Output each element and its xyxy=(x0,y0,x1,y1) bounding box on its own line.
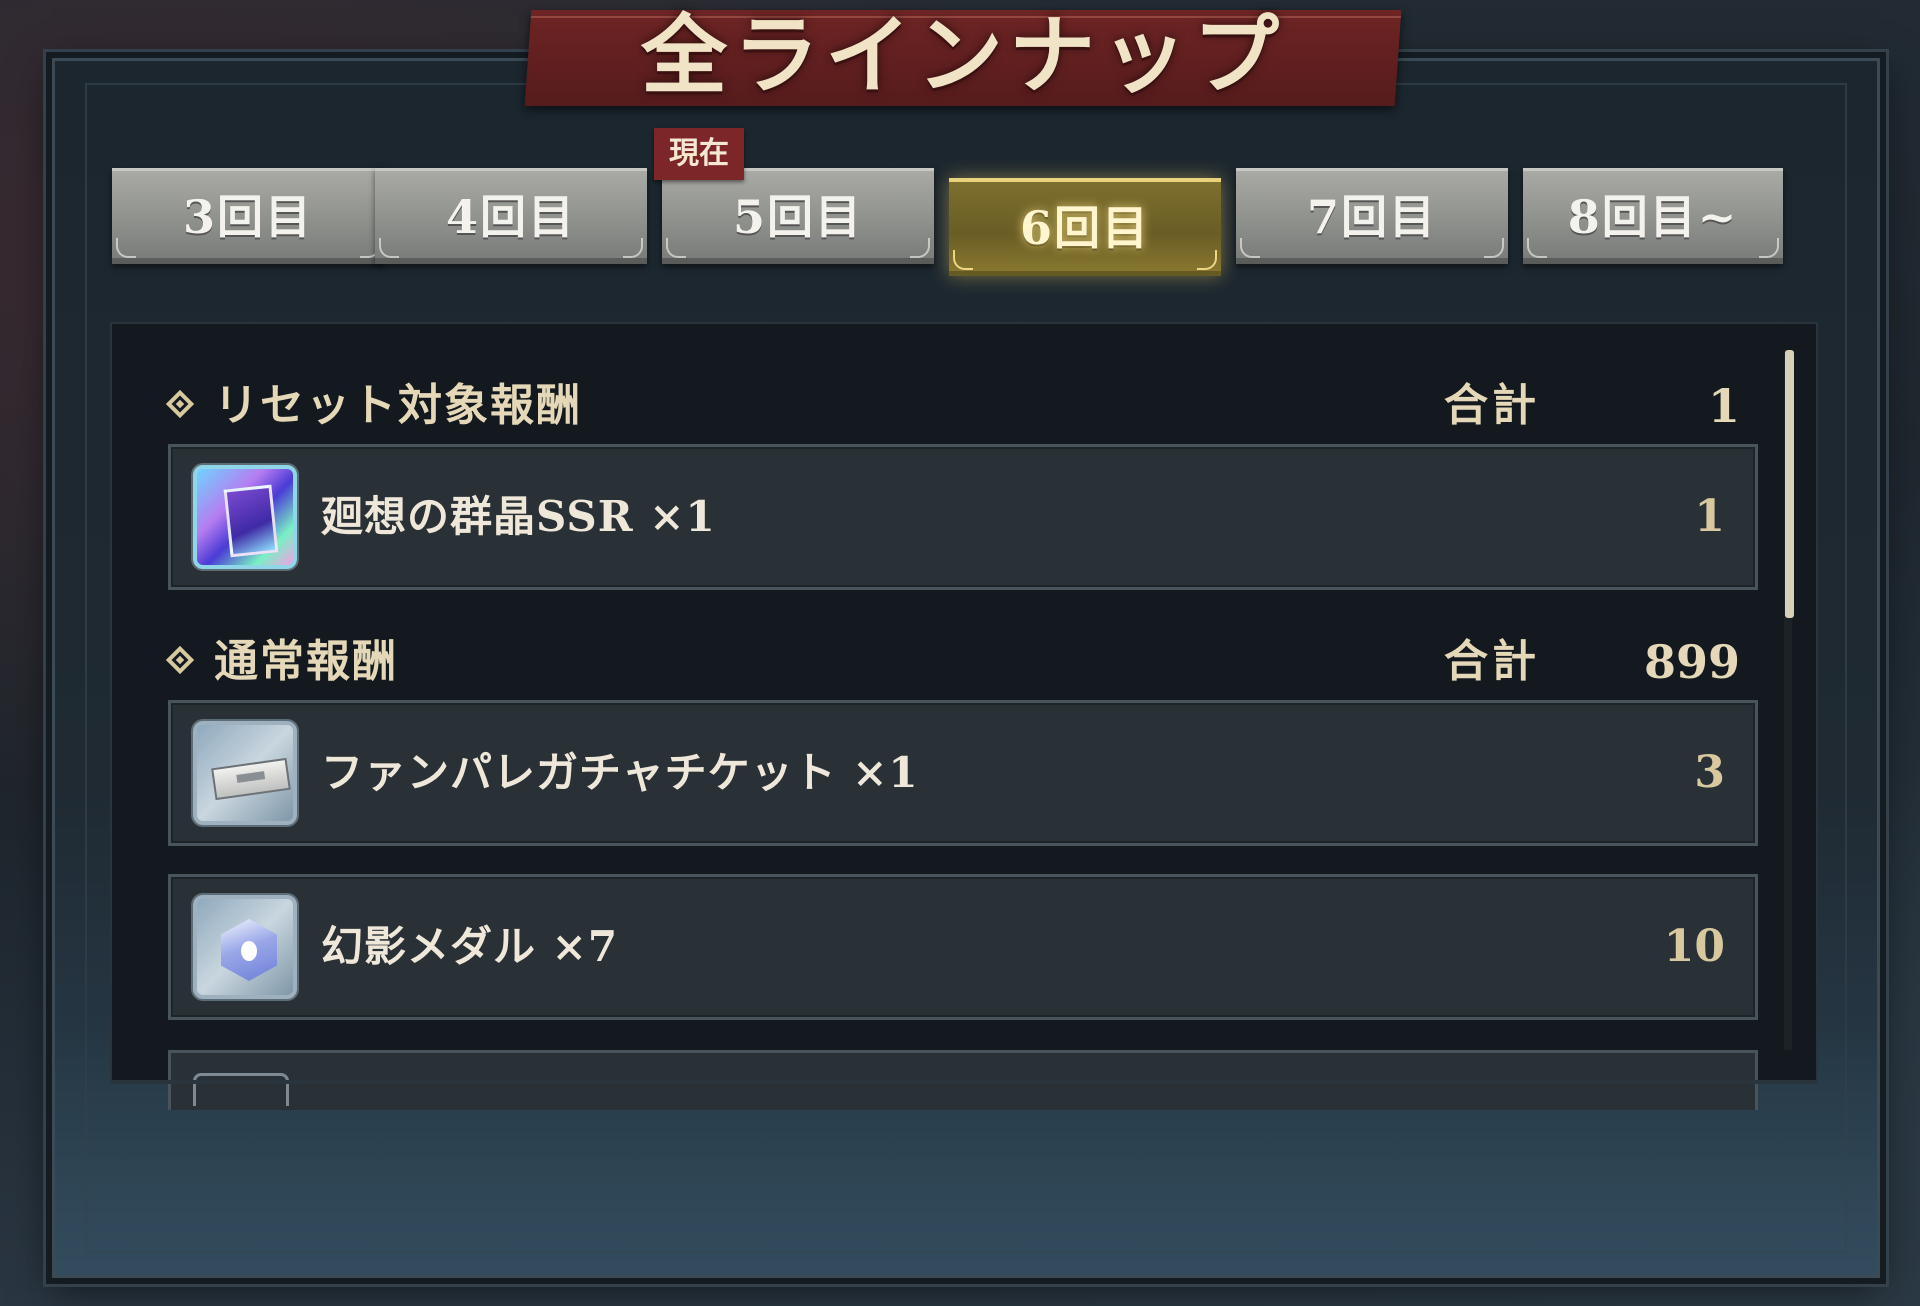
section-total-label: 合計 xyxy=(1444,636,1540,687)
tab-label: 6回目 xyxy=(1019,201,1150,255)
diamond-icon xyxy=(165,645,195,675)
tab-label: 5回目 xyxy=(732,190,863,244)
gacha-ticket-icon xyxy=(193,721,297,825)
section-total-value: 1 xyxy=(1707,379,1740,433)
tab-label: 7回目 xyxy=(1306,190,1437,244)
reward-row[interactable]: ファンパレガチャチケット ×1 3 xyxy=(168,700,1758,846)
reward-row[interactable]: 廻想の群晶SSR ×1 1 xyxy=(168,444,1758,590)
diamond-icon xyxy=(165,389,195,419)
item-icon xyxy=(193,1073,289,1106)
reward-count: 1 xyxy=(1694,491,1725,542)
tab-round-5[interactable]: 5回目 xyxy=(662,168,934,264)
reward-name: ファンパレガチャチケット ×1 xyxy=(321,748,919,797)
current-badge: 現在 xyxy=(654,128,744,180)
section-title: 通常報酬 xyxy=(214,636,398,687)
tab-round-8-plus[interactable]: 8回目~ xyxy=(1523,168,1783,264)
tab-round-3[interactable]: 3回目 xyxy=(112,168,384,264)
page-title: 全ラインナップ xyxy=(641,5,1285,106)
game-screen: 全ラインナップ 3回目 4回目 5回目 6回目 7回目 8回目~ 現在 リセット… xyxy=(0,0,1920,1306)
phantom-medal-icon xyxy=(193,895,297,999)
section-header-reset-rewards: リセット対象報酬 合計 1 xyxy=(165,376,1740,436)
section-total-label: 合計 xyxy=(1444,380,1540,431)
tab-label: 8回目~ xyxy=(1567,190,1739,244)
reward-count: 10 xyxy=(1663,921,1725,972)
tab-label: 4回目 xyxy=(445,190,576,244)
medal-gem xyxy=(241,941,257,961)
reward-name: 廻想の群晶SSR ×1 xyxy=(321,492,716,541)
tab-round-6[interactable]: 6回目 xyxy=(949,178,1221,276)
ticket-shape xyxy=(211,757,291,801)
card-shape xyxy=(223,484,279,558)
tab-label: 3回目 xyxy=(182,190,313,244)
reward-count: 3 xyxy=(1694,747,1725,798)
scrollbar-thumb[interactable] xyxy=(1785,350,1794,618)
tab-round-4[interactable]: 4回目 xyxy=(375,168,647,264)
list-bottom-edge xyxy=(110,1080,1818,1084)
reward-row[interactable]: 幻影メダル ×7 10 xyxy=(168,874,1758,1020)
tab-round-7[interactable]: 7回目 xyxy=(1236,168,1508,264)
section-header-normal-rewards: 通常報酬 合計 899 xyxy=(165,632,1740,692)
reward-name: 幻影メダル ×7 xyxy=(321,922,619,971)
section-title: リセット対象報酬 xyxy=(214,380,582,431)
ssr-crystal-icon xyxy=(193,465,297,569)
section-total-value: 899 xyxy=(1643,635,1740,689)
